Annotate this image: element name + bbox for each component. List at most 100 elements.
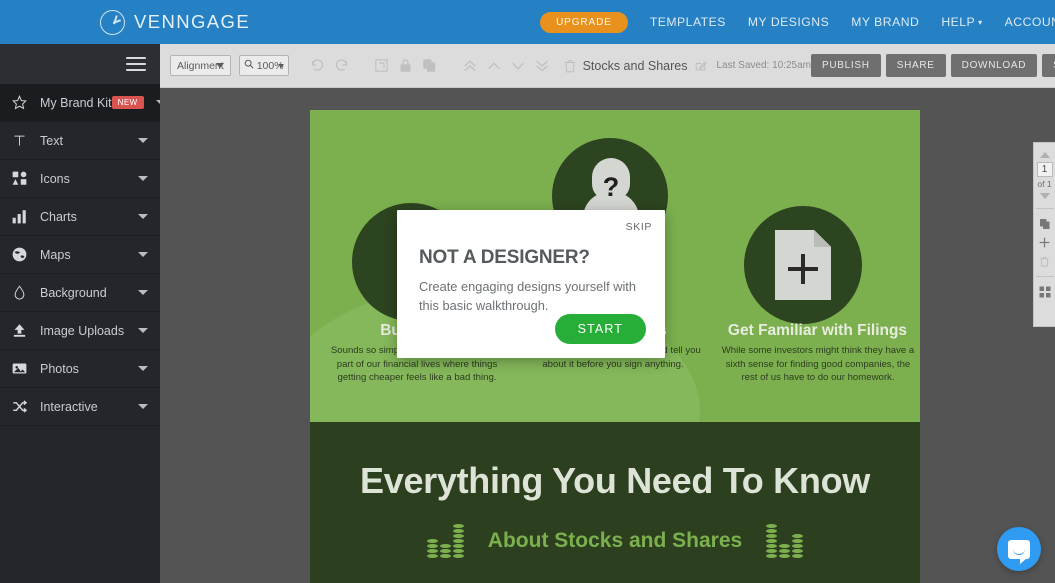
duplicate-page-icon[interactable] <box>1036 214 1054 233</box>
chat-bubble-shape <box>1008 539 1030 564</box>
sidebar-item-interactive[interactable]: Interactive <box>0 388 160 426</box>
caret-down-icon[interactable] <box>1039 193 1050 199</box>
chevron-down-icon[interactable] <box>138 404 148 409</box>
chevron-down-icon[interactable] <box>138 366 148 371</box>
lock-icon[interactable] <box>395 54 417 78</box>
walkthrough-modal: SKIP NOT A DESIGNER? Create engaging des… <box>397 210 665 358</box>
top-header-bar: VENNGAGE UPGRADE TEMPLATES MY DESIGNS MY… <box>0 0 1055 44</box>
trash-icon[interactable] <box>563 54 577 78</box>
globe-icon <box>12 247 34 262</box>
nav-help-label: HELP <box>941 15 976 29</box>
chevron-down-icon[interactable] <box>138 328 148 333</box>
move-forward-icon[interactable] <box>483 54 505 78</box>
infographic-title-band: Everything You Need To Know About Stocks… <box>310 422 920 583</box>
venngage-editor-app: VENNGAGE UPGRADE TEMPLATES MY DESIGNS MY… <box>0 0 1055 583</box>
add-page-icon[interactable] <box>1036 233 1054 252</box>
editor-toolbar: Alignment 100% Stocks and Shares Last Sa… <box>160 44 1055 88</box>
coin-stack-tall <box>452 524 464 558</box>
undo-icon[interactable] <box>307 54 329 78</box>
start-button[interactable]: START <box>554 314 646 344</box>
photo-frame-icon <box>12 361 34 376</box>
nav-account[interactable]: ACCOUNT▾ <box>1005 15 1055 29</box>
duplicate-icon[interactable] <box>419 54 441 78</box>
zoom-select[interactable]: 100% <box>238 55 289 76</box>
publish-button[interactable]: PUBLISH <box>811 54 881 77</box>
toolbar-icon-group-history <box>307 54 353 78</box>
sidebar-item-text[interactable]: Text <box>0 122 160 160</box>
document-plus-icon[interactable] <box>775 230 831 300</box>
sidebar-item-maps[interactable]: Maps <box>0 236 160 274</box>
send-to-back-icon[interactable] <box>531 54 553 78</box>
coin-stack-medium <box>792 534 804 558</box>
droplet-icon <box>12 285 34 300</box>
upgrade-button[interactable]: UPGRADE <box>540 11 628 33</box>
chevron-down-icon[interactable] <box>138 176 148 181</box>
hamburger-icon[interactable] <box>126 53 146 75</box>
nav-my-designs[interactable]: MY DESIGNS <box>748 15 829 29</box>
sidebar-label-image-uploads: Image Uploads <box>40 323 125 338</box>
page-navigator-panel: 1 of 1 <box>1033 142 1055 327</box>
coin-stack-icon <box>426 524 464 558</box>
toolbar-action-buttons: PUBLISH SHARE DOWNLOAD SETTINGS <box>811 54 1055 77</box>
share-button[interactable]: SHARE <box>885 54 946 77</box>
page-number-input[interactable]: 1 <box>1036 162 1053 177</box>
grid-view-icon[interactable] <box>1036 282 1054 301</box>
alignment-select[interactable]: Alignment <box>170 55 231 76</box>
toolbar-icon-group-object <box>371 54 441 78</box>
chevron-down-icon[interactable] <box>138 214 148 219</box>
sidebar-item-image-uploads[interactable]: Image Uploads <box>0 312 160 350</box>
text-t-icon <box>12 133 34 148</box>
chevron-down-icon[interactable] <box>138 138 148 143</box>
sidebar-label-my-brand-kit: My Brand Kit <box>40 95 112 110</box>
sidebar-item-my-brand-kit[interactable]: My Brand Kit NEW <box>0 84 166 122</box>
toolbar-icon-group-layer <box>459 54 553 78</box>
last-saved-status: Last Saved: 10:25am <box>716 60 811 71</box>
plus-horizontal <box>788 267 818 271</box>
document-title[interactable]: Stocks and Shares <box>583 59 688 73</box>
brand-name: VENNGAGE <box>134 11 251 32</box>
panel-divider <box>1035 276 1054 277</box>
left-sidebar: My Brand Kit NEW Text Icons Charts Maps … <box>0 44 166 583</box>
brand-logo-group[interactable]: VENNGAGE <box>100 9 251 35</box>
chevron-down-icon <box>277 63 284 68</box>
redo-icon[interactable] <box>331 54 353 78</box>
nav-templates[interactable]: TEMPLATES <box>650 15 726 29</box>
nav-help[interactable]: HELP ▾ <box>941 15 982 29</box>
sidebar-header <box>0 44 160 84</box>
edit-pencil-icon[interactable] <box>694 59 708 72</box>
download-button[interactable]: DOWNLOAD <box>950 54 1038 77</box>
chevron-down-icon[interactable] <box>138 290 148 295</box>
settings-button[interactable]: SETTINGS <box>1042 54 1055 77</box>
delete-page-icon[interactable] <box>1036 252 1054 271</box>
sidebar-item-charts[interactable]: Charts <box>0 198 160 236</box>
nav-my-brand[interactable]: MY BRAND <box>851 15 919 29</box>
skip-button[interactable]: SKIP <box>626 221 652 233</box>
infographic-subtitle[interactable]: About Stocks and Shares <box>488 529 742 553</box>
coin-stack-short <box>779 544 791 558</box>
sidebar-item-photos[interactable]: Photos <box>0 350 160 388</box>
column-body-get-familiar-with-filings[interactable]: While some investors might think they ha… <box>718 344 918 385</box>
sidebar-label-interactive: Interactive <box>40 399 98 414</box>
icons-grid-icon <box>12 171 34 186</box>
move-backward-icon[interactable] <box>507 54 529 78</box>
modal-title: NOT A DESIGNER? <box>419 247 590 268</box>
crop-icon[interactable] <box>371 54 393 78</box>
star-icon <box>12 95 34 110</box>
sidebar-label-icons: Icons <box>40 171 70 186</box>
page-total-label: of 1 <box>1037 179 1052 189</box>
caret-up-icon[interactable] <box>1039 152 1050 158</box>
sidebar-label-maps: Maps <box>40 247 71 262</box>
upload-arrow-icon <box>12 323 34 338</box>
bring-to-front-icon[interactable] <box>459 54 481 78</box>
panel-divider <box>1035 208 1054 209</box>
magnifier-icon <box>244 59 254 72</box>
column-heading-get-familiar-with-filings[interactable]: Get Familiar with Filings <box>710 322 920 340</box>
chevron-down-icon[interactable] <box>138 252 148 257</box>
sidebar-item-background[interactable]: Background <box>0 274 160 312</box>
smile-shape <box>1013 549 1025 555</box>
sidebar-item-icons[interactable]: Icons <box>0 160 160 198</box>
infographic-main-title[interactable]: Everything You Need To Know <box>310 460 920 502</box>
sidebar-label-background: Background <box>40 285 107 300</box>
sidebar-label-charts: Charts <box>40 209 77 224</box>
chat-bubble-icon[interactable] <box>997 527 1041 571</box>
